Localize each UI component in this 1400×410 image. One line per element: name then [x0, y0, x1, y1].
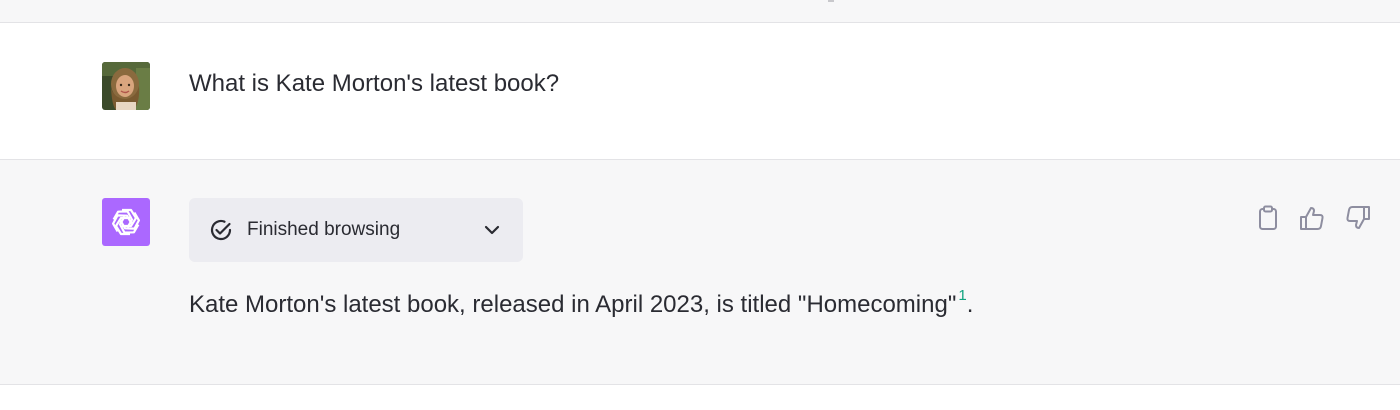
- scroll-marker: [828, 0, 834, 2]
- clipboard-icon[interactable]: [1254, 204, 1282, 232]
- assistant-avatar: [102, 198, 150, 246]
- openai-logo-icon: [112, 208, 140, 236]
- thumbs-down-icon[interactable]: [1344, 204, 1372, 232]
- browsing-status-label: Finished browsing: [247, 219, 401, 240]
- thumbs-up-icon[interactable]: [1298, 204, 1326, 232]
- user-photo-avatar-icon: [102, 62, 150, 110]
- user-message-row: What is Kate Morton's latest book?: [0, 23, 1400, 160]
- browsing-status-toggle[interactable]: Finished browsing: [189, 198, 523, 262]
- answer-text: Kate Morton's latest book, released in A…: [189, 291, 957, 318]
- answer-trailing: .: [966, 291, 974, 318]
- assistant-answer: Kate Morton's latest book, released in A…: [189, 287, 974, 325]
- previous-section: [0, 0, 1400, 23]
- user-message-text: What is Kate Morton's latest book?: [189, 70, 560, 97]
- chevron-down-icon[interactable]: [481, 219, 503, 241]
- next-section: [0, 385, 1400, 410]
- check-circle-icon: [210, 219, 232, 241]
- user-avatar: [102, 62, 150, 110]
- citation-link[interactable]: 1: [958, 287, 966, 304]
- assistant-message-row: Finished browsing Kate Morton's latest b…: [0, 160, 1400, 385]
